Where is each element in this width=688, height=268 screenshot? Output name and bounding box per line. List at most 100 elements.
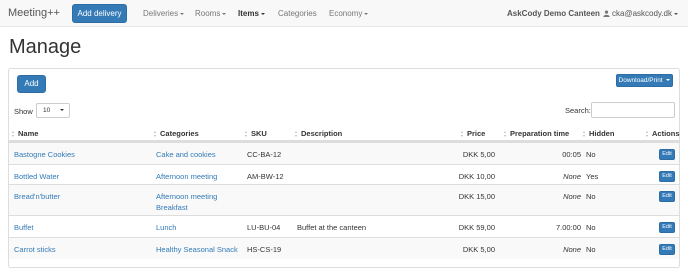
sku-cell: LU-BU-04	[247, 223, 281, 232]
price-cell: DKK 5,00	[462, 150, 495, 159]
table-row: Bottled Water Afternoon meeting AM-BW-12…	[9, 164, 679, 184]
column-header-description[interactable]: Description	[295, 129, 342, 138]
top-navbar: Meeting++ Add delivery Deliveries Rooms …	[0, 0, 688, 27]
hidden-cell: Yes	[586, 172, 599, 181]
price-cell: DKK 59,00	[458, 223, 495, 232]
sort-icon	[295, 131, 298, 137]
nav-economy[interactable]: Economy	[329, 9, 369, 18]
description-cell: Buffet at the canteen	[297, 223, 367, 232]
nav-items[interactable]: Items	[238, 9, 265, 18]
sort-icon	[583, 131, 586, 137]
search-label: Search:	[565, 106, 591, 115]
sort-icon	[245, 131, 248, 137]
column-header-name[interactable]: Name	[12, 129, 38, 138]
sort-icon	[12, 131, 15, 137]
column-header-label: Actions	[652, 129, 680, 138]
item-name-link[interactable]: Bread'n'butter	[14, 192, 60, 201]
sort-icon	[504, 131, 507, 137]
column-header-label: Hidden	[589, 129, 615, 138]
column-header-preparation-time[interactable]: Preparation time	[504, 129, 569, 138]
prep-time-cell: 7.00:00	[555, 223, 581, 232]
table-row: Carrot sticks Healthy Seasonal Snack HS-…	[9, 237, 679, 259]
company-name: AskCody Demo Canteen	[507, 9, 600, 18]
caret-down-icon	[180, 12, 185, 15]
nav-categories-label: Categories	[278, 9, 317, 18]
page-size-value: 10	[43, 107, 51, 114]
column-header-label: Name	[18, 129, 39, 138]
chevron-down-icon	[60, 109, 64, 111]
category-link[interactable]: Afternoon meeting	[156, 172, 217, 181]
caret-down-icon	[674, 12, 678, 15]
column-header-label: Categories	[160, 129, 199, 138]
nav-deliveries-label: Deliveries	[143, 9, 179, 18]
download-print-button[interactable]: Download/Print	[616, 74, 673, 87]
nav-rooms[interactable]: Rooms	[195, 9, 227, 18]
edit-button[interactable]: Edit	[659, 244, 675, 255]
search-input[interactable]	[591, 102, 675, 118]
caret-down-icon	[666, 79, 671, 82]
category-link[interactable]: Afternoon meeting	[156, 192, 217, 201]
table-row: Bread'n'butter Afternoon meeting Breakfa…	[9, 184, 679, 215]
edit-button[interactable]: Edit	[659, 149, 675, 160]
hidden-cell: No	[586, 150, 596, 159]
nav-rooms-label: Rooms	[195, 9, 221, 18]
user-email: cka@askcody.dk	[612, 9, 672, 18]
caret-down-icon	[364, 12, 369, 15]
sort-icon	[461, 131, 464, 137]
nav-categories[interactable]: Categories	[278, 9, 317, 18]
sku-cell: HS-CS-19	[247, 245, 282, 254]
prep-time-cell: None	[563, 172, 581, 181]
page-title: Manage	[9, 36, 82, 58]
category-link[interactable]: Cake and cookies	[156, 150, 216, 159]
category-link[interactable]: Healthy Seasonal Snack	[156, 245, 238, 254]
column-header-hidden[interactable]: Hidden	[583, 129, 614, 138]
sku-cell: AM-BW-12	[247, 172, 284, 181]
sort-icon	[646, 131, 649, 137]
column-header-label: SKU	[251, 129, 267, 138]
table-row: Buffet Lunch LU-BU-04 Buffet at the cant…	[9, 215, 679, 237]
items-table: Name Categories SKU Description Price Pr…	[9, 125, 680, 259]
table-header: Name Categories SKU Description Price Pr…	[9, 125, 680, 142]
price-cell: DKK 10,00	[458, 172, 495, 181]
table-row: Bastogne Cookies Cake and cookies CC-BA-…	[9, 142, 679, 164]
category-link[interactable]: Breakfast	[156, 203, 188, 212]
hidden-cell: No	[586, 223, 596, 232]
download-print-label: Download/Print	[618, 77, 663, 84]
nav-items-label: Items	[238, 9, 259, 18]
caret-down-icon	[260, 12, 265, 15]
add-delivery-button[interactable]: Add delivery	[72, 4, 127, 23]
user-icon	[603, 10, 610, 17]
hidden-cell: No	[586, 192, 596, 201]
column-header-sku[interactable]: SKU	[245, 129, 267, 138]
brand-logo[interactable]: Meeting++	[8, 7, 60, 19]
sku-cell: CC-BA-12	[247, 150, 282, 159]
column-header-actions[interactable]: Actions	[646, 129, 680, 138]
prep-time-cell: None	[563, 192, 581, 201]
price-cell: DKK 15,00	[458, 192, 495, 201]
items-panel: Add Download/Print Show 10 Search: Name …	[8, 68, 680, 268]
user-menu[interactable]: cka@askcody.dk	[603, 9, 678, 18]
hidden-cell: No	[586, 245, 596, 254]
edit-button[interactable]: Edit	[659, 191, 675, 202]
column-header-label: Preparation time	[510, 129, 570, 138]
edit-button[interactable]: Edit	[659, 222, 675, 233]
prep-time-cell: 00:05	[562, 150, 581, 159]
nav-economy-label: Economy	[329, 9, 363, 18]
prep-time-cell: None	[563, 245, 581, 254]
price-cell: DKK 5,00	[462, 245, 495, 254]
add-item-button[interactable]: Add	[17, 75, 46, 93]
show-label: Show	[14, 107, 33, 116]
category-link[interactable]: Lunch	[156, 223, 176, 232]
item-name-link[interactable]: Bottled Water	[14, 172, 59, 181]
sort-icon	[154, 131, 157, 137]
edit-button[interactable]: Edit	[659, 171, 675, 182]
caret-down-icon	[222, 12, 227, 15]
item-name-link[interactable]: Bastogne Cookies	[14, 150, 75, 159]
column-header-categories[interactable]: Categories	[154, 129, 199, 138]
column-header-price[interactable]: Price	[461, 129, 485, 138]
item-name-link[interactable]: Buffet	[14, 223, 33, 232]
item-name-link[interactable]: Carrot sticks	[14, 245, 56, 254]
page-size-select[interactable]: 10	[36, 103, 70, 118]
column-header-label: Description	[301, 129, 343, 138]
nav-deliveries[interactable]: Deliveries	[143, 9, 185, 18]
